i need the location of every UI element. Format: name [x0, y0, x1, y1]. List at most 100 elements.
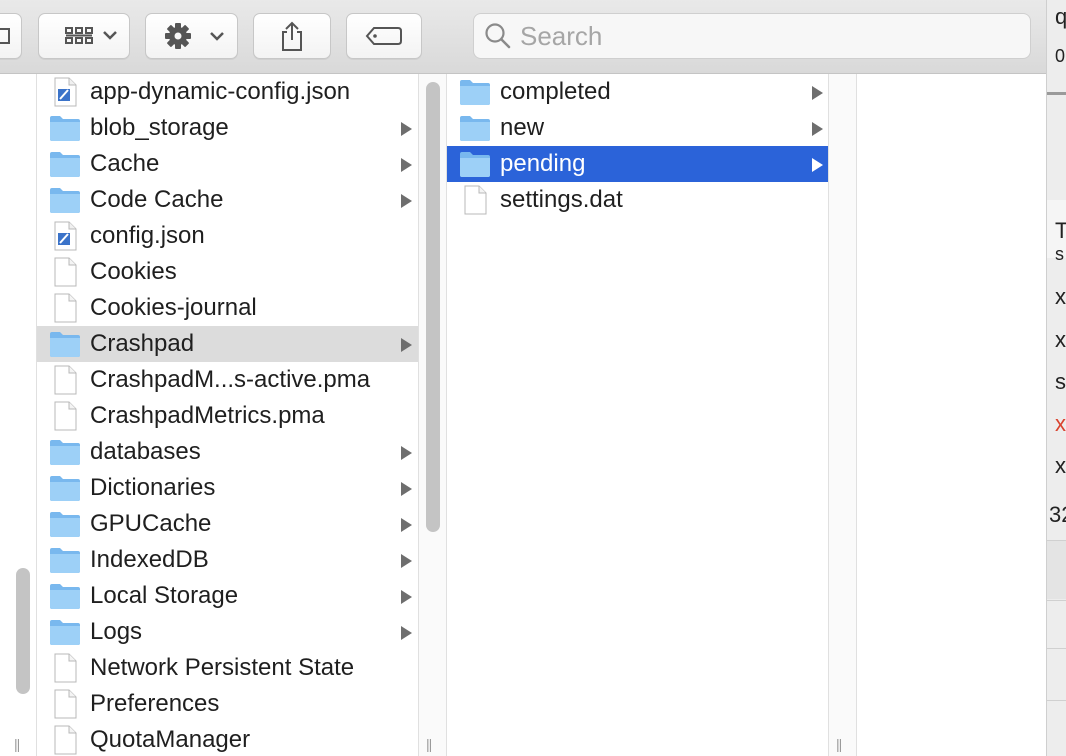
column-user-data[interactable]: app-dynamic-config.json blob_storage Cache…: [37, 74, 418, 756]
column-resize-handle[interactable]: ||: [426, 736, 432, 752]
file-row[interactable]: Network Persistent State: [37, 650, 418, 686]
item-name: new: [500, 114, 545, 141]
grid-icon: [65, 27, 117, 44]
disclosure-arrow-icon: [812, 86, 823, 100]
disclosure-arrow-icon: [401, 446, 412, 460]
search-field[interactable]: [473, 13, 1031, 59]
file-row[interactable]: CrashpadM...s-active.pma: [37, 362, 418, 398]
column-resize-handle[interactable]: ||: [836, 736, 842, 752]
document-icon: [54, 725, 77, 755]
folder-icon: [50, 188, 80, 213]
item-name: Cookies-journal: [90, 294, 257, 321]
sidebar-icon: [0, 28, 10, 44]
folder-icon: [50, 152, 80, 177]
folder-row[interactable]: Crashpad: [37, 326, 418, 362]
background-window-text: qu: [1055, 4, 1066, 30]
item-name: settings.dat: [500, 186, 623, 213]
file-row[interactable]: Preferences: [37, 686, 418, 722]
disclosure-arrow-icon: [401, 626, 412, 640]
share-button[interactable]: [253, 13, 331, 59]
file-row[interactable]: QuotaManager: [37, 722, 418, 756]
document-icon: [54, 401, 77, 431]
file-row[interactable]: settings.dat: [447, 182, 828, 218]
item-name: Cache: [90, 150, 160, 177]
item-name: config.json: [90, 222, 205, 249]
folder-icon: [50, 440, 80, 465]
disclosure-arrow-icon: [812, 158, 823, 172]
folder-row[interactable]: completed: [447, 74, 828, 110]
disclosure-arrow-icon: [401, 482, 412, 496]
document-icon: [54, 689, 77, 719]
folder-row[interactable]: Code Cache: [37, 182, 418, 218]
background-window-text: x: [1055, 327, 1066, 352]
disclosure-arrow-icon: [401, 158, 412, 172]
search-icon: [485, 23, 511, 49]
disclosure-arrow-icon: [401, 554, 412, 568]
folder-icon: [460, 80, 490, 105]
json-file-icon: [54, 77, 77, 107]
folder-row[interactable]: pending: [447, 146, 828, 182]
folder-row[interactable]: blob_storage: [37, 110, 418, 146]
folder-icon: [50, 512, 80, 537]
folder-row[interactable]: databases: [37, 434, 418, 470]
background-window-text: x: [1055, 411, 1066, 436]
folder-icon: [50, 584, 80, 609]
column-crashpad[interactable]: completed new pending settings.dat: [447, 74, 828, 756]
search-input[interactable]: [520, 20, 1000, 52]
disclosure-arrow-icon: [401, 590, 412, 604]
item-name: databases: [90, 438, 201, 465]
background-window-divider: [1047, 648, 1066, 649]
item-name: Local Storage: [90, 582, 239, 609]
item-name: GPUCache: [90, 510, 212, 537]
sidebar-toggle-button[interactable]: [0, 13, 22, 59]
background-window-divider: [1047, 92, 1066, 95]
background-window-text: 32: [1049, 502, 1066, 527]
folder-row[interactable]: Local Storage: [37, 578, 418, 614]
folder-row[interactable]: GPUCache: [37, 506, 418, 542]
share-icon: [282, 21, 302, 51]
item-name: CrashpadM...s-active.pma: [90, 366, 371, 393]
disclosure-arrow-icon: [812, 122, 823, 136]
column-parent-scrollbar[interactable]: [16, 568, 30, 694]
background-window-divider: [1047, 600, 1066, 601]
tag-button[interactable]: [346, 13, 422, 59]
background-window-panel: [1047, 541, 1066, 599]
folder-row[interactable]: Dictionaries: [37, 470, 418, 506]
folder-row[interactable]: Logs: [37, 614, 418, 650]
item-name: blob_storage: [90, 114, 229, 141]
column-crashpad-scroll-track: ||: [829, 74, 856, 756]
folder-icon: [50, 332, 80, 357]
folder-row[interactable]: new: [447, 110, 828, 146]
gear-icon: [164, 23, 224, 49]
item-name: app-dynamic-config.json: [90, 78, 351, 105]
background-window-text: s: [1055, 369, 1066, 394]
file-row[interactable]: app-dynamic-config.json: [37, 74, 418, 110]
folder-icon: [460, 116, 490, 141]
column-parent[interactable]: ||: [0, 74, 36, 756]
item-name: Crashpad: [90, 330, 195, 357]
folder-row[interactable]: IndexedDB: [37, 542, 418, 578]
file-row[interactable]: CrashpadMetrics.pma: [37, 398, 418, 434]
item-name: Logs: [90, 618, 143, 645]
disclosure-arrow-icon: [401, 194, 412, 208]
group-button[interactable]: [38, 13, 130, 59]
column-pending-contents[interactable]: [857, 74, 1046, 756]
background-window-text: x: [1055, 453, 1066, 478]
item-name: Code Cache: [90, 186, 224, 213]
folder-row[interactable]: Cache: [37, 146, 418, 182]
item-name: Preferences: [90, 690, 220, 717]
folder-icon: [50, 476, 80, 501]
background-window-divider: [1047, 700, 1066, 701]
item-name: pending: [500, 150, 586, 177]
column-user-data-scroll-track: ||: [419, 74, 446, 756]
file-row[interactable]: Cookies: [37, 254, 418, 290]
column-resize-handle[interactable]: ||: [14, 736, 20, 752]
disclosure-arrow-icon: [401, 122, 412, 136]
file-row[interactable]: Cookies-journal: [37, 290, 418, 326]
column-browser: || app-dynamic-config.json blob_storage Ca…: [0, 74, 1046, 756]
file-row[interactable]: config.json: [37, 218, 418, 254]
document-icon: [54, 365, 77, 395]
background-window-text: T: [1055, 218, 1066, 244]
column-user-data-scrollbar[interactable]: [426, 82, 440, 532]
action-button[interactable]: [145, 13, 238, 59]
